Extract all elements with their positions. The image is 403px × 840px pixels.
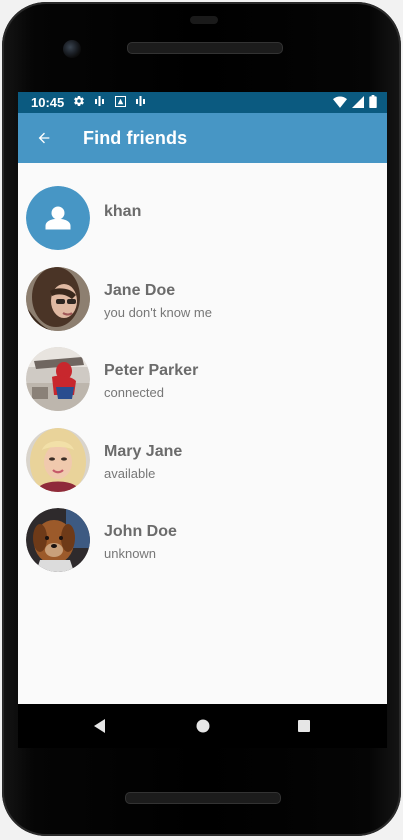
avatar xyxy=(26,427,90,492)
avatar xyxy=(26,186,90,250)
recents-square-icon xyxy=(298,720,310,732)
contact-status: available xyxy=(104,465,156,481)
sim-icon xyxy=(94,95,106,110)
contact-list: khan Jane Doe you don't know me Peter Pa… xyxy=(18,179,387,582)
front-camera xyxy=(63,40,81,58)
contact-name: John Doe xyxy=(104,523,177,540)
back-button[interactable] xyxy=(32,126,56,150)
home-circle-icon xyxy=(196,719,210,733)
status-time: 10:45 xyxy=(31,95,65,110)
nav-recents-button[interactable] xyxy=(294,716,314,736)
list-item[interactable]: Peter Parker connected xyxy=(18,340,387,421)
list-item[interactable]: John Doe unknown xyxy=(18,501,387,582)
list-item[interactable]: khan xyxy=(18,179,387,260)
sim-icon xyxy=(135,95,147,110)
top-sensor xyxy=(190,16,218,24)
app-bar: Find friends xyxy=(18,113,387,163)
list-item[interactable]: Mary Jane available xyxy=(18,421,387,502)
signal-icon xyxy=(352,95,364,111)
contact-name: Mary Jane xyxy=(104,442,183,460)
contact-name: Jane Doe xyxy=(104,281,176,299)
avatar xyxy=(26,508,90,572)
device-page: 10:45 Find friends khan Jane Doe you don… xyxy=(0,0,403,840)
gear-icon xyxy=(73,95,85,110)
status-system-icons xyxy=(333,95,377,111)
contact-status: unknown xyxy=(104,546,157,561)
status-notification-icons xyxy=(73,95,147,110)
earpiece-speaker xyxy=(127,42,283,54)
list-item[interactable]: Jane Doe you don't know me xyxy=(18,260,387,341)
android-icon xyxy=(114,95,127,110)
avatar xyxy=(26,266,90,331)
system-nav-bar xyxy=(18,704,387,748)
contact-name: Peter Parker xyxy=(104,362,199,379)
nav-home-button[interactable] xyxy=(193,716,213,736)
screen: 10:45 Find friends khan Jane Doe you don… xyxy=(18,92,387,704)
page-title: Find friends xyxy=(83,128,188,148)
battery-icon xyxy=(369,95,377,111)
back-triangle-icon xyxy=(94,719,105,733)
bottom-speaker xyxy=(125,792,281,804)
arrow-left-icon xyxy=(38,132,50,144)
contact-status: you don't know me xyxy=(104,304,212,320)
status-bar: 10:45 xyxy=(18,92,387,113)
nav-back-button[interactable] xyxy=(90,716,110,736)
avatar xyxy=(26,347,90,411)
contact-status: connected xyxy=(104,385,164,400)
wifi-icon xyxy=(333,95,347,111)
contact-name: khan xyxy=(104,203,142,220)
